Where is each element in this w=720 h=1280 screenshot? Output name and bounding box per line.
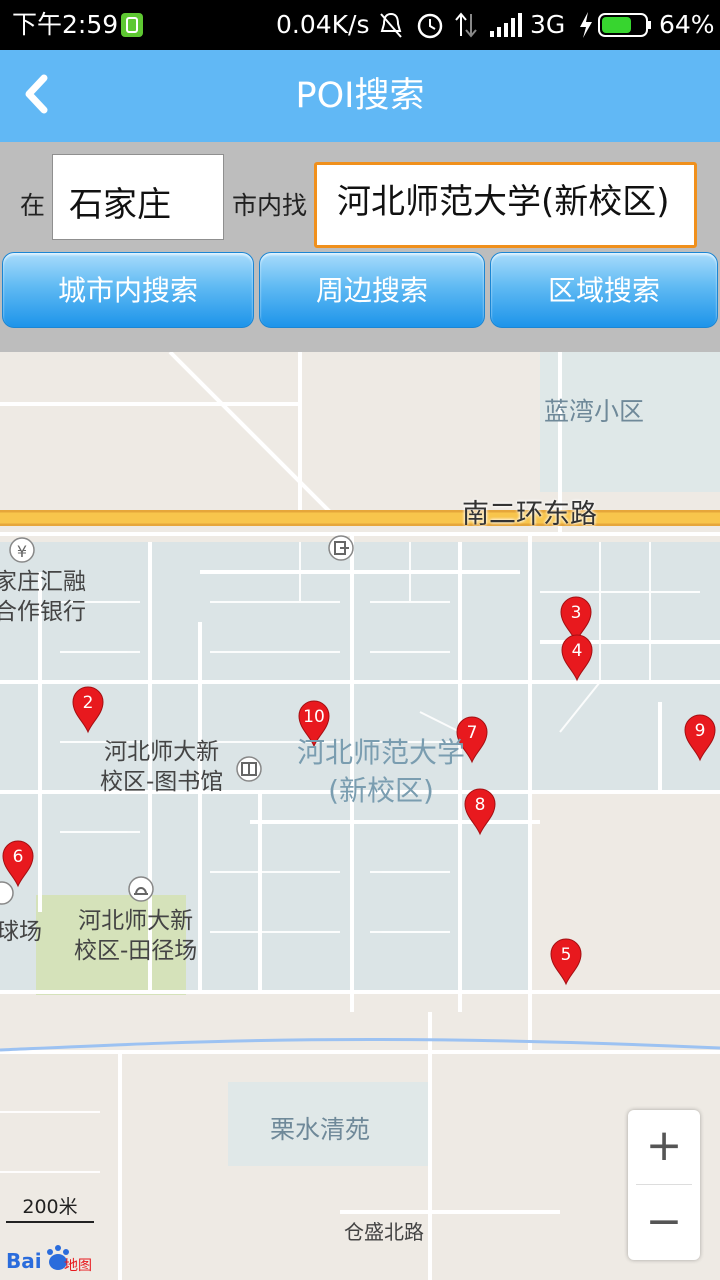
zoom-divider: [636, 1184, 692, 1185]
title-bar: POI搜索: [0, 50, 720, 142]
zoom-control: + −: [628, 1110, 700, 1260]
label-in: 在: [20, 191, 46, 220]
bank-icon: ¥: [9, 537, 35, 563]
map-marker-label: 2: [83, 693, 94, 713]
label-bank-line1: 家庄汇融: [0, 569, 86, 595]
status-time: 下午2:59: [12, 10, 119, 39]
battery-icon: [598, 13, 651, 37]
map-view[interactable]: ¥ 2 3 4 5 6 7 8 9 10 蓝湾小区 南二环东路 家庄汇融 合作银行 河北师大新 …: [0, 352, 720, 1280]
scale-bar: 200米: [6, 1192, 94, 1223]
map-marker-label: 6: [13, 847, 24, 867]
charging-icon: [580, 12, 592, 38]
map-marker-label: 8: [475, 795, 486, 815]
page-title: POI搜索: [295, 76, 425, 116]
app-notification-icon: [121, 13, 143, 37]
label-lishui: 栗水清苑: [270, 1115, 371, 1144]
search-panel: 在 石家庄 市内找 河北师范大学(新校区) 城市内搜索 周边搜索 区域搜索: [0, 142, 720, 352]
zoom-out-button[interactable]: −: [628, 1186, 700, 1260]
city-input[interactable]: 石家庄: [52, 154, 224, 240]
keyword-input[interactable]: 河北师范大学(新校区): [314, 162, 697, 248]
network-speed: 0.04K/s: [276, 10, 370, 39]
map-marker-label: 10: [303, 707, 325, 727]
map-marker-label: 4: [572, 641, 583, 661]
label-library-line1: 河北师大新: [104, 739, 220, 765]
label-lanwan: 蓝湾小区: [544, 397, 645, 426]
status-bar: 下午2:59 0.04K/s 3G 64%: [0, 0, 720, 50]
nearby-search-button[interactable]: 周边搜索: [259, 252, 485, 328]
alarm-icon: [417, 13, 443, 39]
label-cangsheng: 仓盛北路: [344, 1220, 424, 1244]
map-marker-label: 3: [571, 603, 582, 623]
label-ballfield: 球场: [0, 919, 42, 945]
label-find: 市内找: [232, 191, 308, 220]
svg-text:地图: 地图: [64, 1258, 92, 1274]
mute-icon: [380, 12, 402, 38]
map-marker-label: 5: [561, 945, 572, 965]
label-field-line2: 校区-田径场: [74, 938, 198, 964]
area-search-button[interactable]: 区域搜索: [490, 252, 718, 328]
label-bank: 家庄汇融 合作银行: [0, 567, 86, 627]
svg-text:Bai: Bai: [6, 1249, 42, 1273]
label-field-line1: 河北师大新: [78, 908, 194, 934]
label-campus-line2: (新校区): [328, 774, 434, 807]
data-transfer-icon: [455, 12, 477, 38]
label-field: 河北师大新 校区-田径场: [74, 906, 197, 966]
city-search-button[interactable]: 城市内搜索: [2, 252, 254, 328]
baidu-paw-icon: Bai 地图: [6, 1245, 92, 1274]
stadium-icon: [128, 876, 154, 902]
network-type: 3G: [530, 10, 566, 39]
svg-text:¥: ¥: [17, 542, 27, 561]
map-marker-label: 9: [695, 721, 706, 741]
label-library: 河北师大新 校区-图书馆: [100, 737, 223, 797]
label-campus: 河北师范大学 (新校区): [288, 734, 474, 810]
signal-icon: [490, 13, 522, 37]
baidu-logo: Bai 地图: [6, 1242, 98, 1276]
zoom-in-button[interactable]: +: [628, 1110, 700, 1184]
gate-icon: [328, 535, 354, 561]
library-icon: [236, 756, 262, 782]
label-nanerhuan: 南二环东路: [462, 499, 597, 530]
label-campus-line1: 河北师范大学: [296, 736, 465, 769]
label-bank-line2: 合作银行: [0, 599, 86, 625]
battery-percent: 64%: [659, 10, 715, 39]
label-library-line2: 校区-图书馆: [100, 769, 224, 795]
